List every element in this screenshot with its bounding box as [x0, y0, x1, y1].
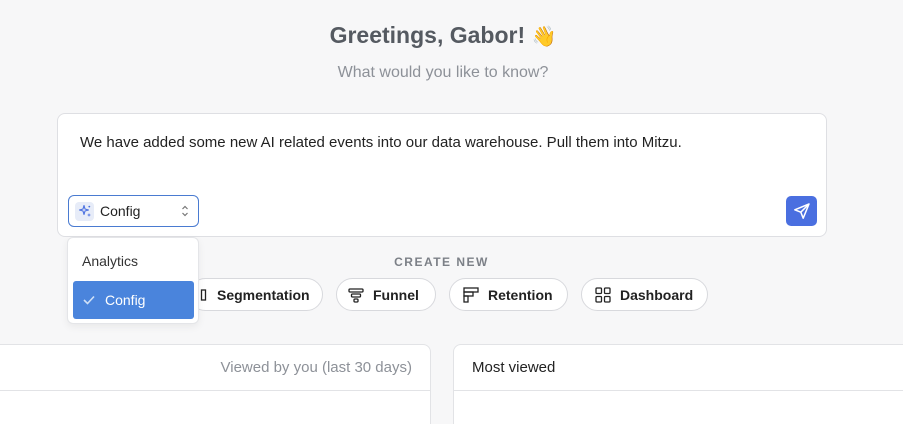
- funnel-icon: [348, 287, 364, 303]
- create-retention-button[interactable]: Retention: [449, 278, 568, 311]
- chevron-up-down-icon: [180, 204, 190, 218]
- prompt-box[interactable]: We have added some new AI related events…: [57, 113, 827, 237]
- send-icon: [793, 202, 811, 220]
- retention-icon: [463, 286, 479, 303]
- segmentation-label: Segmentation: [217, 286, 310, 303]
- mode-option-analytics[interactable]: Analytics: [73, 242, 194, 280]
- mode-select-value: Config: [100, 203, 141, 219]
- create-dashboard-button[interactable]: Dashboard: [581, 278, 708, 311]
- prompt-input[interactable]: We have added some new AI related events…: [80, 133, 804, 153]
- home-page: Greetings, Gabor! 👋 What would you like …: [0, 0, 903, 424]
- retention-label: Retention: [488, 286, 553, 303]
- most-viewed-panel: Most viewed: [453, 344, 903, 424]
- most-viewed-panel-header: Most viewed: [454, 345, 903, 391]
- funnel-label: Funnel: [373, 286, 419, 303]
- create-segmentation-button[interactable]: Segmentation: [189, 278, 323, 311]
- create-funnel-button[interactable]: Funnel: [336, 278, 436, 311]
- wave-emoji: 👋: [531, 24, 557, 48]
- greeting-text: Greetings, Gabor!: [329, 22, 526, 48]
- segmentation-icon: [200, 288, 208, 301]
- mode-option-label: Config: [105, 292, 146, 308]
- greeting-subtitle: What would you like to know?: [337, 64, 549, 81]
- recent-panel-header: Viewed by you (last 30 days): [0, 345, 430, 391]
- mode-dropdown-menu: Analytics Config: [67, 237, 199, 324]
- mode-option-config[interactable]: Config: [73, 281, 194, 319]
- recent-panel: Viewed by you (last 30 days): [0, 344, 431, 424]
- sparkle-icon: [75, 201, 94, 221]
- dashboard-label: Dashboard: [620, 286, 694, 303]
- mode-option-label: Analytics: [82, 253, 139, 269]
- send-button[interactable]: [786, 196, 817, 226]
- mode-select[interactable]: Config: [68, 195, 199, 227]
- check-icon: [83, 295, 95, 305]
- dashboard-icon: [595, 286, 611, 303]
- greeting-title: Greetings, Gabor! 👋: [0, 22, 886, 49]
